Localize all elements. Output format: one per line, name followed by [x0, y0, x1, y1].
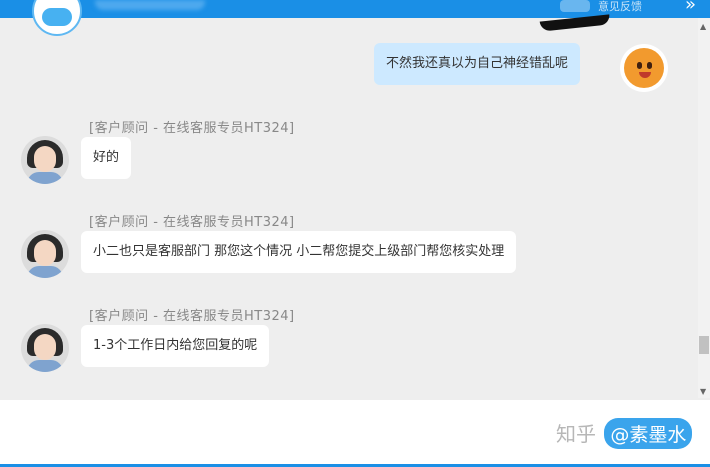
agent-avatar — [21, 136, 69, 184]
agent-sender-label: [客户顾问 - 在线客服专员HT324] — [89, 215, 295, 230]
user-avatar — [620, 44, 668, 92]
agent-avatar — [21, 324, 69, 372]
watermark-author: @素墨水 — [604, 418, 693, 449]
agent-message-bubble: 好的 — [81, 137, 132, 179]
scrollbar-thumb[interactable] — [699, 336, 709, 354]
scroll-up-arrow-icon[interactable]: ▲ — [700, 22, 706, 31]
double-chevron-right-icon[interactable]: » — [685, 0, 696, 15]
agent-sender-label: [客户顾问 - 在线客服专员HT324] — [89, 309, 295, 324]
blurred-header-text — [95, 0, 205, 10]
watermark-site: 知乎 — [556, 422, 596, 446]
agent-message-bubble: 1-3个工作日内给您回复的呢 — [81, 325, 270, 367]
chat-scrollbar[interactable]: ▲ ▼ — [698, 18, 710, 398]
feedback-link[interactable]: 意见反馈 — [598, 0, 642, 14]
scroll-down-arrow-icon[interactable]: ▼ — [700, 387, 706, 396]
shop-logo — [32, 0, 82, 36]
agent-avatar — [21, 230, 69, 278]
agent-sender-label: [客户顾问 - 在线客服专员HT324] — [89, 121, 295, 136]
header-badge — [560, 0, 590, 12]
user-message-bubble: 不然我还真以为自己神经错乱呢 — [374, 43, 581, 85]
cloud-icon — [42, 8, 72, 26]
zhihu-watermark: 知乎 @素墨水 — [556, 418, 693, 449]
agent-message-bubble: 小二也只是客服部门 那您这个情况 小二帮您提交上级部门帮您核实处理 — [81, 231, 517, 273]
